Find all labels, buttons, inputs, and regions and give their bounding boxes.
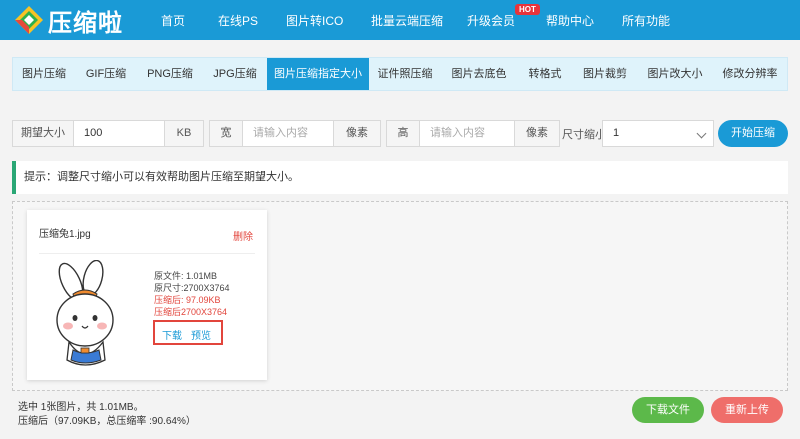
nav-upgrade-member[interactable]: 升级会员 <box>467 12 515 29</box>
nav-batch-cloud-compress[interactable]: 批量云端压缩 <box>371 12 443 29</box>
file-card: 压缩兔1.jpg 删除 原文件: 1.01MB 原尺寸:2700X3764 压缩… <box>27 210 267 380</box>
card-divider <box>39 253 255 254</box>
chevron-down-icon <box>696 128 707 139</box>
nav-online-ps[interactable]: 在线PS <box>218 12 258 29</box>
file-name: 压缩兔1.jpg <box>39 229 91 240</box>
start-compress-button[interactable]: 开始压缩 <box>718 120 788 147</box>
height-input[interactable]: 请输入内容 <box>419 120 515 147</box>
tab-compress-to-size[interactable]: 图片压缩指定大小 <box>267 58 369 90</box>
width-input[interactable]: 请输入内容 <box>242 120 334 147</box>
compressed-dimensions: 压缩后2700X3764 <box>154 307 228 317</box>
nav-home[interactable]: 首页 <box>161 12 185 29</box>
tab-remove-background[interactable]: 图片去底色 <box>441 58 517 90</box>
tab-resize-image[interactable]: 图片改大小 <box>637 58 713 90</box>
hot-badge: HOT <box>515 4 540 15</box>
scale-select-value: 1 <box>613 127 620 139</box>
tab-jpg-compress[interactable]: JPG压缩 <box>203 58 267 90</box>
tab-gif-compress[interactable]: GIF压缩 <box>75 58 137 90</box>
delete-link[interactable]: 删除 <box>233 228 253 243</box>
expected-size-input[interactable]: 100 <box>73 120 165 147</box>
tab-image-crop[interactable]: 图片裁剪 <box>573 58 637 90</box>
logo-text: 压缩啦 <box>48 9 123 37</box>
top-navigation-bar: 压缩啦 首页 在线PS 图片转ICO 批量云端压缩 升级会员 HOT 帮助中心 … <box>0 0 800 40</box>
scale-label: 尺寸缩小 <box>562 129 606 141</box>
tab-id-photo-compress[interactable]: 证件照压缩 <box>369 58 441 90</box>
tip-message: 提示：调整尺寸缩小可以有效帮助图片压缩至期望大小。 <box>12 161 788 194</box>
nav-image-to-ico[interactable]: 图片转ICO <box>286 12 343 29</box>
reupload-button[interactable]: 重新上传 <box>711 397 783 423</box>
scale-select[interactable]: 1 <box>602 120 714 147</box>
download-file-button[interactable]: 下载文件 <box>632 397 704 423</box>
logo[interactable]: 压缩啦 <box>14 4 123 37</box>
download-link[interactable]: 下载 <box>162 327 182 342</box>
tab-image-compress[interactable]: 图片压缩 <box>13 58 75 90</box>
height-label: 高 <box>386 120 420 147</box>
expected-size-label: 期望大小 <box>12 120 74 147</box>
nav-help-center[interactable]: 帮助中心 <box>546 12 594 29</box>
compression-summary: 压缩后（97.09KB，总压缩率 :90.64%） <box>18 416 196 427</box>
nav-all-features[interactable]: 所有功能 <box>622 12 670 29</box>
height-unit: 像素 <box>514 120 560 147</box>
tab-png-compress[interactable]: PNG压缩 <box>137 58 203 90</box>
width-unit: 像素 <box>333 120 381 147</box>
preview-link[interactable]: 预览 <box>191 327 211 342</box>
tab-convert-format[interactable]: 转格式 <box>517 58 573 90</box>
rabbit-thumbnail <box>45 259 129 370</box>
width-label: 宽 <box>209 120 243 147</box>
tool-tabs: 图片压缩 GIF压缩 PNG压缩 JPG压缩 图片压缩指定大小 证件照压缩 图片… <box>12 57 788 91</box>
expected-size-unit: KB <box>164 120 204 147</box>
tab-change-resolution[interactable]: 修改分辨率 <box>713 58 787 90</box>
logo-icon <box>14 5 44 35</box>
selection-summary: 选中 1张图片，共 1.01MB。 <box>18 402 144 413</box>
